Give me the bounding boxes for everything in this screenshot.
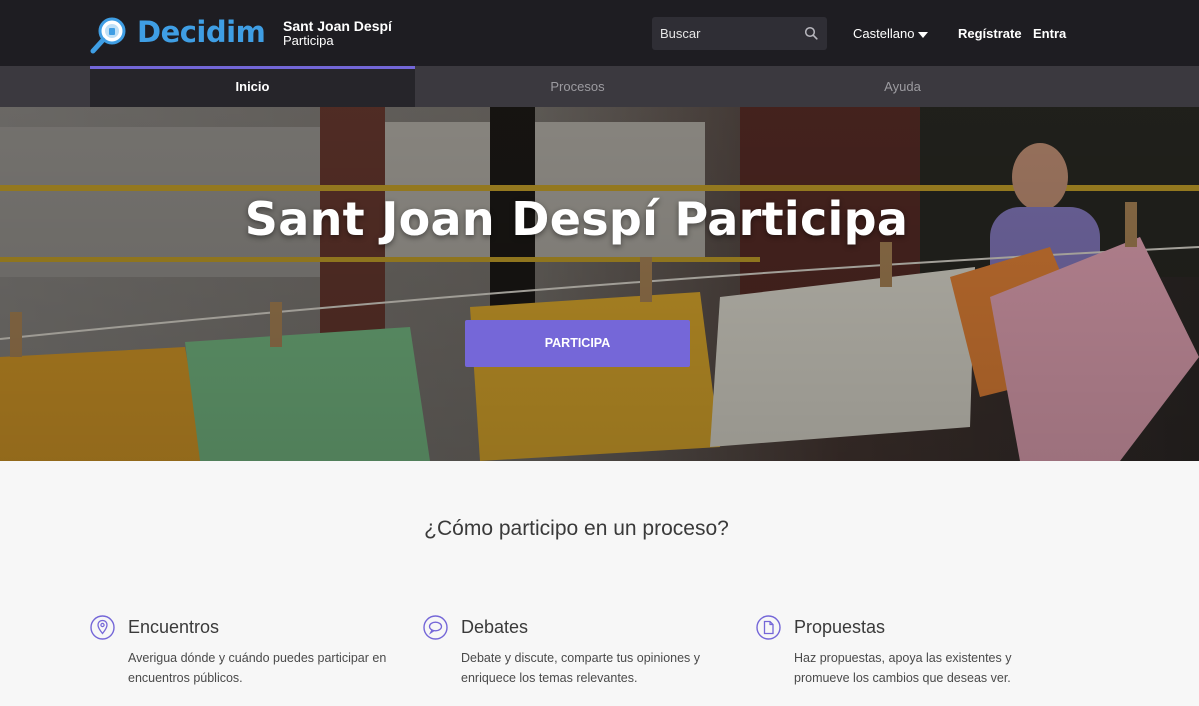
language-selector[interactable]: Castellano xyxy=(853,26,914,42)
logo-text: Decidim xyxy=(137,15,266,49)
chevron-down-icon[interactable] xyxy=(918,32,928,38)
how-to-participate-title: ¿Cómo participo en un proceso? xyxy=(424,517,729,540)
participa-button[interactable]: PARTICIPA xyxy=(465,320,690,367)
organization-subtitle[interactable]: Participa xyxy=(283,33,334,48)
main-nav: Inicio Procesos Ayuda xyxy=(0,66,1199,107)
hero-banner: Sant Joan Despí Participa PARTICIPA xyxy=(0,107,1199,461)
feature-title: Debates xyxy=(461,617,529,637)
location-pin-icon xyxy=(90,615,115,640)
feature-title: Encuentros xyxy=(128,617,220,637)
feature-title: Propuestas xyxy=(794,617,886,637)
organization-name[interactable]: Sant Joan Despí xyxy=(283,18,392,34)
feature-description: Haz propuestas, apoya las existentes y p… xyxy=(794,651,1012,685)
tab-ayuda[interactable]: Ayuda xyxy=(740,66,1065,107)
register-link[interactable]: Regístrate xyxy=(958,26,1022,42)
tab-procesos[interactable]: Procesos xyxy=(415,66,740,107)
document-icon xyxy=(756,615,781,640)
tab-label: Procesos xyxy=(550,79,605,94)
search-box xyxy=(652,17,827,50)
decidim-logo[interactable]: Decidim xyxy=(90,14,270,54)
tab-inicio[interactable]: Inicio xyxy=(90,66,415,107)
login-link[interactable]: Entra xyxy=(1033,26,1066,42)
hero-background-image xyxy=(0,107,1199,461)
magnifier-logo-icon xyxy=(90,17,126,54)
tab-label: Ayuda xyxy=(884,79,921,94)
active-tab-indicator xyxy=(90,66,415,69)
search-input[interactable] xyxy=(652,17,797,50)
top-bar: Decidim Sant Joan Despí Participa Castel… xyxy=(0,0,1199,66)
speech-bubble-icon xyxy=(423,615,448,640)
tab-label: Inicio xyxy=(235,79,270,94)
feature-description: Debate y discute, comparte tus opiniones… xyxy=(461,651,701,685)
hero-title: Sant Joan Despí Participa xyxy=(244,192,909,246)
search-icon[interactable] xyxy=(804,26,818,40)
feature-description: Averigua dónde y cuándo puedes participa… xyxy=(128,651,387,685)
